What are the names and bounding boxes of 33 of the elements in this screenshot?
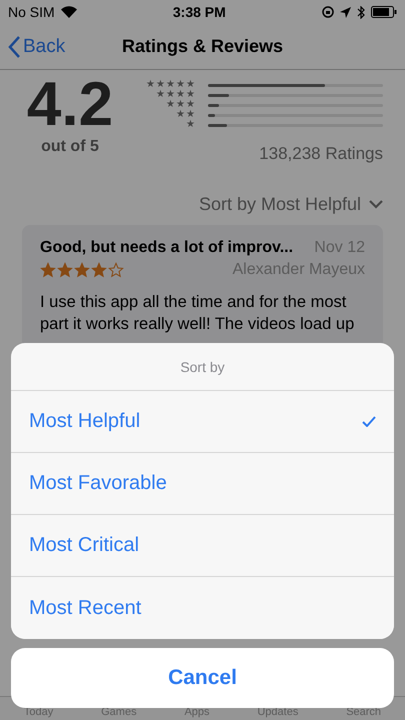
chevron-down-icon — [369, 200, 383, 209]
star-level-label: ★★★★ — [155, 90, 196, 100]
review-title: Good, but needs a lot of improv... — [40, 239, 294, 257]
carrier-label: No SIM — [8, 4, 55, 20]
screen-title: Ratings & Reviews — [122, 36, 284, 57]
tab-item[interactable]: Search — [346, 706, 382, 718]
star-level-label: ★★★★★ — [145, 80, 196, 90]
bluetooth-icon — [356, 6, 365, 18]
location-arrow-icon — [340, 6, 351, 18]
battery-icon — [370, 6, 397, 18]
star-level-label: ★★★ — [165, 100, 196, 110]
average-rating: 4.2 — [26, 72, 114, 138]
star-level-label: ★★ — [175, 110, 196, 120]
star-icon — [108, 262, 124, 278]
cancel-button[interactable]: Cancel — [11, 648, 394, 708]
review-text: I use this app all the time and for the most part it works really well! The videos load up — [40, 292, 356, 335]
sort-label[interactable]: Sort by Most Helpful — [198, 194, 361, 215]
wifi-icon — [60, 6, 77, 18]
sheet-title: Sort by — [180, 358, 225, 374]
tab-item[interactable]: Updates — [257, 706, 298, 718]
star-icon — [40, 262, 56, 278]
tab-item[interactable]: Apps — [184, 706, 210, 718]
tab-item[interactable]: Games — [101, 706, 137, 718]
chevron-left-icon — [8, 36, 21, 58]
back-button[interactable]: Back — [8, 36, 66, 58]
star-icon — [57, 262, 73, 278]
star-icon — [74, 262, 90, 278]
clock-time: 3:38 PM — [172, 4, 226, 20]
ratings-count: 138,238 Ratings — [259, 144, 383, 164]
rating-scale: out of 5 — [41, 138, 99, 156]
star-icon — [91, 262, 107, 278]
star-level-label: ★ — [185, 120, 196, 130]
lock-rotation-icon — [322, 6, 334, 18]
